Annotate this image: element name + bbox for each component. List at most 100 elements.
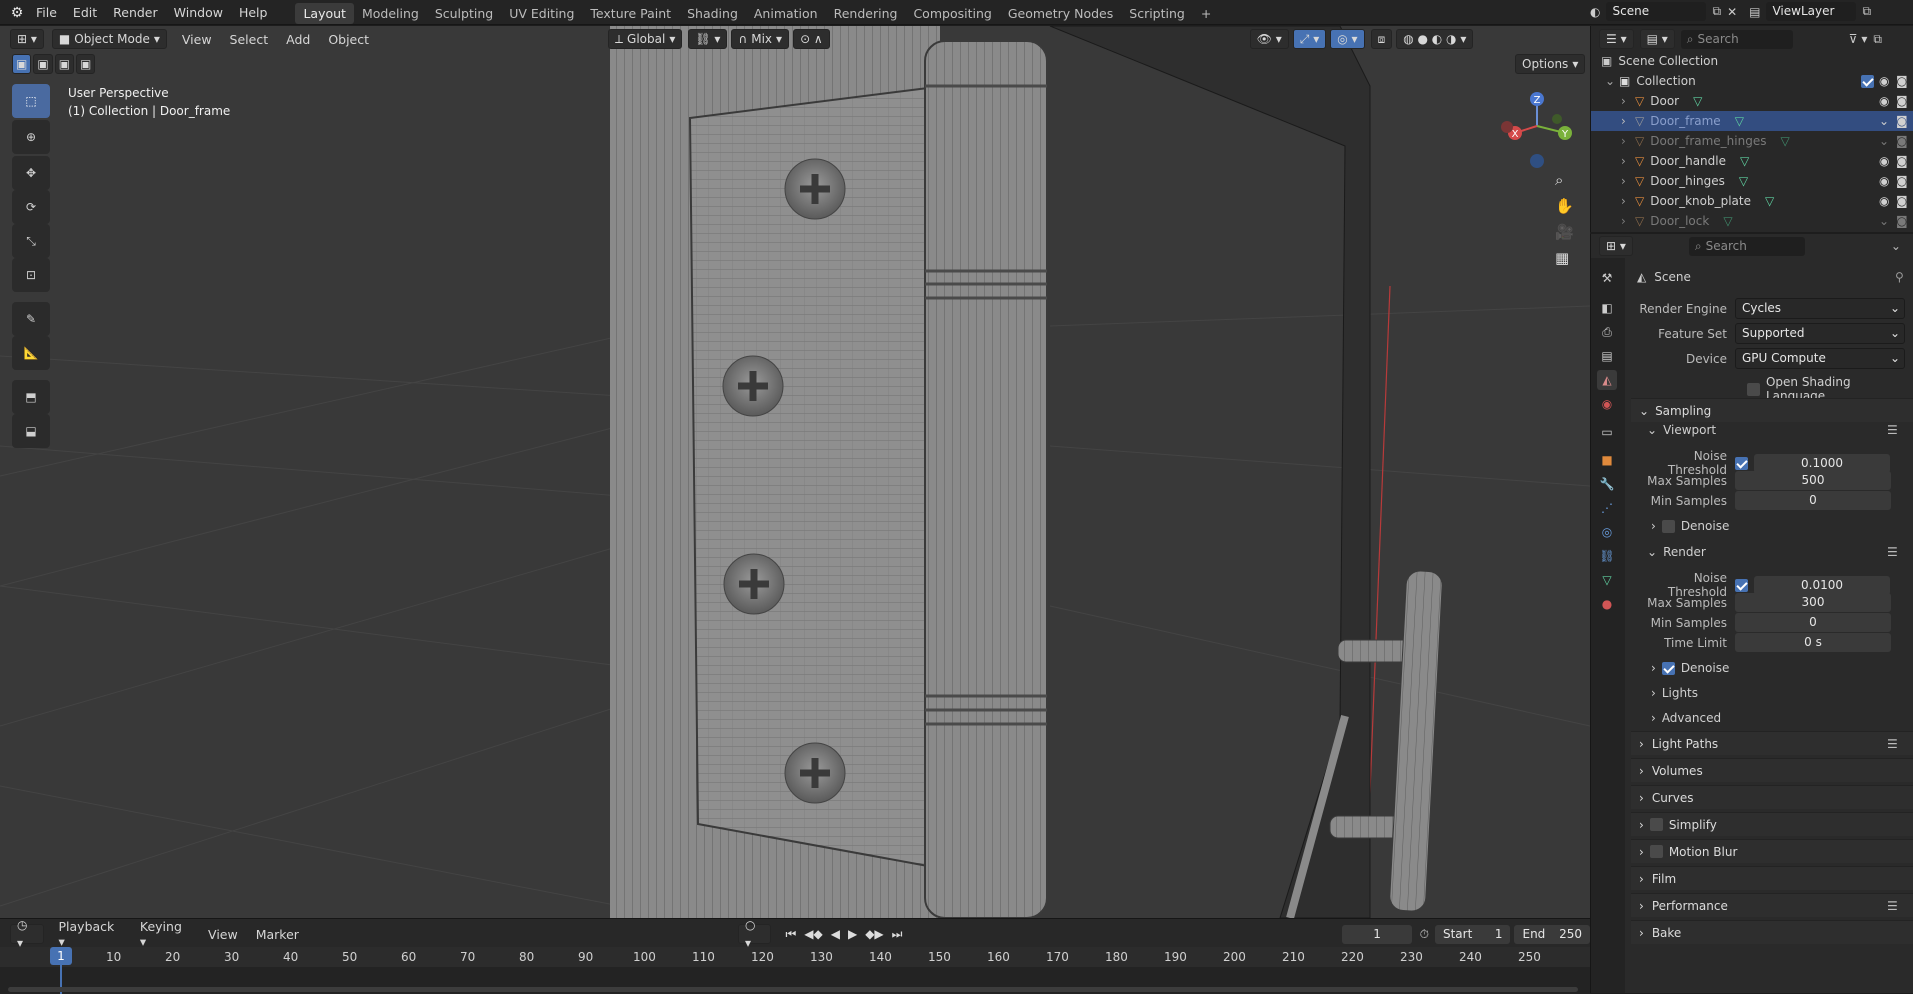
shading-mode-buttons[interactable]: ◍ ● ◐ ◑ ▾ [1396, 29, 1474, 49]
simplify-panel-header[interactable]: › Simplify [1631, 812, 1913, 836]
transform-tool[interactable]: ⊡ [12, 258, 50, 292]
camera-icon[interactable]: ◙ [1896, 214, 1908, 228]
overlay-toggle-button[interactable]: ◎ ▾ [1330, 29, 1365, 49]
film-panel-header[interactable]: › Film [1631, 866, 1913, 890]
select-box-tool[interactable]: ⬚ [12, 84, 50, 118]
properties-editor-type-button[interactable]: ⊞ ▾ [1599, 236, 1633, 256]
menu-render[interactable]: Render [105, 0, 166, 25]
expand-icon[interactable]: › [1621, 214, 1635, 228]
end-frame-field[interactable]: End 250 [1514, 924, 1590, 944]
simplify-checkbox[interactable] [1649, 818, 1663, 831]
select-new-icon[interactable]: ▣ [12, 54, 32, 74]
keying-menu[interactable]: Keying ▾ [131, 919, 199, 949]
playhead[interactable]: 1 [50, 947, 72, 965]
new-scene-icon[interactable]: ⧉ [1712, 4, 1721, 19]
eye-icon[interactable]: ◉ [1879, 154, 1889, 168]
scene-tab-icon[interactable]: ◭ [1597, 370, 1617, 390]
marker-menu[interactable]: Marker [247, 927, 308, 942]
new-viewlayer-icon[interactable]: ⧉ [1862, 4, 1871, 19]
hidden-eye-icon[interactable]: ⌄ [1879, 214, 1889, 228]
playback-menu[interactable]: Playback ▾ [50, 919, 131, 949]
r-noise-threshold-checkbox[interactable] [1735, 578, 1748, 592]
time-limit-field[interactable]: 0 s [1735, 633, 1891, 652]
curves-panel-header[interactable]: › Curves [1631, 785, 1913, 809]
r-max-samples-field[interactable]: 300 [1735, 593, 1891, 612]
expand-icon[interactable]: › [1621, 114, 1635, 128]
add-shape-tool[interactable]: ⬓ [12, 414, 50, 448]
options-button[interactable]: Options ▾ [1515, 54, 1586, 74]
mode-selector[interactable]: ■ Object Mode ▾ [51, 29, 167, 49]
render-tab-icon[interactable]: ◧ [1597, 298, 1617, 318]
gizmo-toggle-button[interactable]: ⤢ ▾ [1292, 29, 1327, 49]
scene-selector[interactable]: Scene [1606, 2, 1707, 21]
timeline-editor-type-button[interactable]: ◷ ▾ [10, 918, 44, 950]
select-subtract-icon[interactable]: ▣ [54, 54, 75, 74]
world-tab-icon[interactable]: ◉ [1597, 394, 1617, 414]
vp-noise-threshold-checkbox[interactable] [1735, 456, 1748, 470]
start-frame-field[interactable]: Start 1 [1434, 924, 1511, 944]
outliner-item-door[interactable]: › ▽ Door ▽ ◉ ◙ [1591, 91, 1913, 111]
tab-compositing[interactable]: Compositing [905, 3, 999, 24]
motion-blur-panel-header[interactable]: › Motion Blur [1631, 839, 1913, 863]
eye-icon[interactable]: ◉ [1879, 94, 1889, 108]
add-cube-tool[interactable]: ⬒ [12, 380, 50, 414]
timeline-scrollbar[interactable] [8, 987, 1578, 992]
view-layer-tab-icon[interactable]: ▤ [1597, 346, 1617, 366]
vp-min-samples-field[interactable]: 0 [1735, 491, 1891, 510]
list-icon[interactable]: ☰ [1887, 545, 1898, 559]
play-icon[interactable]: ▶ [848, 927, 857, 942]
vp-max-samples-field[interactable]: 500 [1735, 471, 1891, 490]
menu-file[interactable]: File [28, 0, 65, 25]
tab-rendering[interactable]: Rendering [826, 3, 906, 24]
lights-subpanel-header[interactable]: › Lights [1651, 686, 1698, 700]
camera-icon[interactable]: ◙ [1896, 74, 1908, 88]
editor-type-button[interactable]: ⊞ ▾ [10, 29, 44, 49]
tab-geometry-nodes[interactable]: Geometry Nodes [1000, 3, 1121, 24]
r-denoise-checkbox[interactable] [1661, 661, 1675, 675]
blender-logo-icon[interactable]: ⚙ [6, 5, 28, 21]
measure-tool[interactable]: 📐 [12, 336, 50, 370]
tab-sculpting[interactable]: Sculpting [427, 3, 501, 24]
zoom-icon[interactable]: ⌕ [1555, 171, 1574, 189]
camera-icon[interactable]: ◙ [1896, 94, 1908, 108]
camera-view-icon[interactable]: 🎥 [1555, 223, 1574, 241]
menu-select[interactable]: Select [221, 32, 278, 47]
tab-shading[interactable]: Shading [679, 3, 746, 24]
cursor-tool[interactable]: ⊕ [12, 120, 50, 154]
physics-tab-icon[interactable]: ◎ [1597, 522, 1617, 542]
menu-add[interactable]: Add [277, 32, 319, 47]
list-icon[interactable]: ☰ [1887, 899, 1898, 913]
snap-selector[interactable]: ∩ Mix ▾ [731, 29, 790, 49]
select-intersect-icon[interactable]: ▣ [76, 54, 96, 74]
motion-blur-checkbox[interactable] [1649, 845, 1663, 858]
transform-orientation-selector[interactable]: ⟂ Global ▾ [608, 29, 683, 49]
camera-icon[interactable]: ◙ [1896, 154, 1908, 168]
select-extend-icon[interactable]: ▣ [33, 54, 53, 74]
scene-collection-row[interactable]: ▣ Scene Collection [1591, 51, 1913, 71]
vp-denoise-row[interactable]: › Denoise [1651, 519, 1729, 533]
tab-modeling[interactable]: Modeling [354, 3, 427, 24]
display-mode-button[interactable]: ▤ ▾ [1639, 29, 1675, 49]
render-engine-select[interactable]: Cycles ⌄ [1735, 298, 1905, 319]
vp-noise-threshold-field[interactable]: 0.1000 [1754, 453, 1890, 473]
xray-toggle-button[interactable]: ⧈ [1370, 29, 1393, 49]
constraints-tab-icon[interactable]: ⛓ [1597, 546, 1617, 566]
autokey-button[interactable]: ○ ▾ [737, 918, 772, 950]
expand-icon[interactable]: › [1621, 94, 1635, 108]
properties-search-input[interactable]: ⌕ Search [1688, 236, 1805, 256]
hidden-eye-icon[interactable]: ⌄ [1879, 134, 1889, 148]
tab-animation[interactable]: Animation [746, 3, 826, 24]
menu-help[interactable]: Help [231, 0, 276, 25]
object-tab-icon[interactable]: ■ [1597, 450, 1617, 470]
menu-window[interactable]: Window [166, 0, 231, 25]
volumes-panel-header[interactable]: › Volumes [1631, 758, 1913, 782]
tab-texture-paint[interactable]: Texture Paint [582, 3, 679, 24]
pivot-selector[interactable]: ⛓ ▾ [688, 29, 728, 49]
osl-checkbox[interactable] [1747, 382, 1760, 396]
r-noise-threshold-field[interactable]: 0.0100 [1754, 575, 1890, 595]
eye-icon[interactable]: ◉ [1879, 174, 1889, 188]
eye-icon[interactable]: ◉ [1879, 194, 1889, 208]
timeline-view-menu[interactable]: View [199, 927, 247, 942]
tab-scripting[interactable]: Scripting [1121, 3, 1193, 24]
expand-icon[interactable]: › [1621, 134, 1635, 148]
